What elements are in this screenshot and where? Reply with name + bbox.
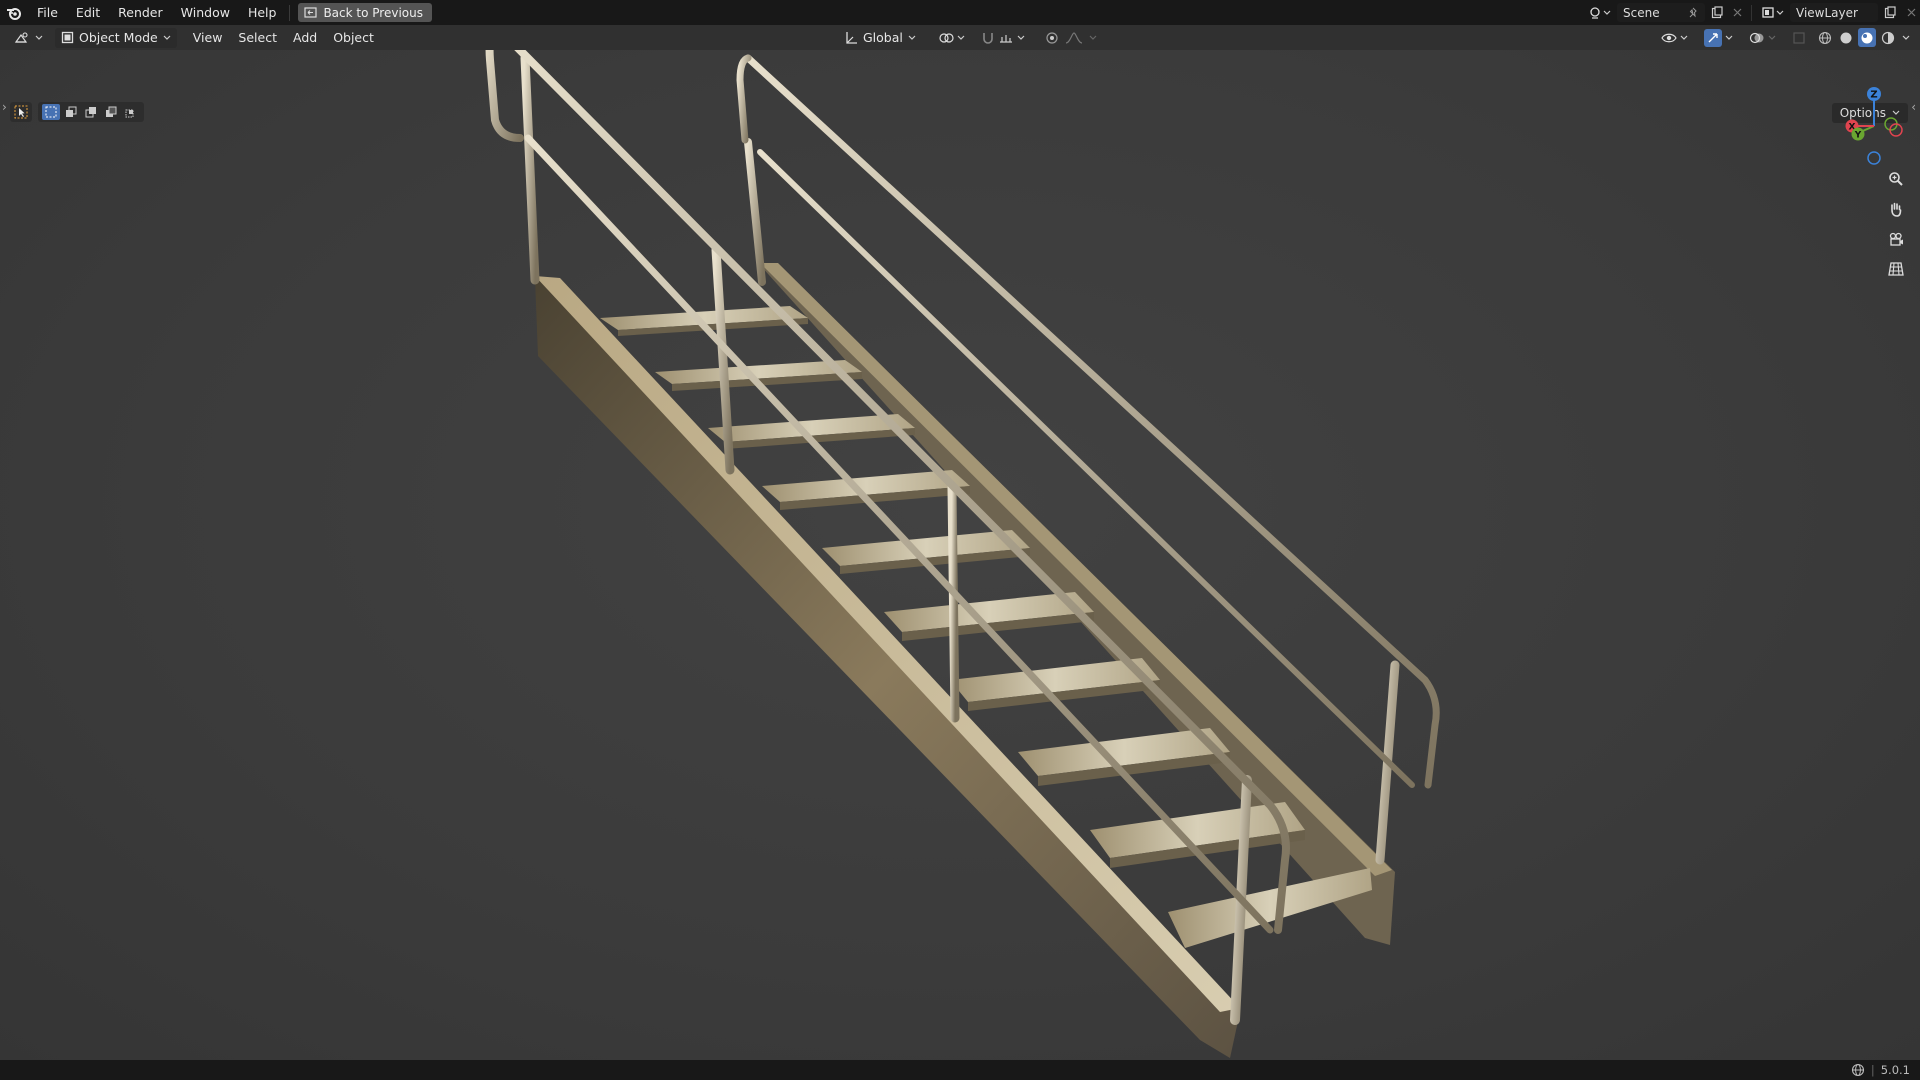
shading-buttons	[1816, 28, 1912, 47]
shading-options-chevron[interactable]	[1900, 28, 1912, 47]
select-intersect-icon[interactable]	[122, 104, 140, 120]
select-tool-tabs	[10, 102, 144, 122]
proportional-editing-icon	[1046, 31, 1058, 44]
menu-help[interactable]: Help	[239, 0, 286, 25]
gizmo-toggle[interactable]	[1698, 27, 1739, 48]
top-right-area: Scene ViewLayer	[1585, 0, 1920, 25]
globe-icon	[1851, 1063, 1864, 1077]
gizmo-neg-z[interactable]	[1867, 151, 1881, 165]
transform-orientation-label: Global	[863, 30, 903, 45]
menu-view[interactable]: View	[187, 27, 229, 48]
grid-icon[interactable]	[1884, 257, 1908, 281]
selection-mode-buttons	[38, 102, 144, 122]
object-mode-icon	[61, 31, 74, 44]
status-separator: |	[1870, 1063, 1875, 1077]
chevron-down-icon	[1089, 35, 1097, 40]
header-right-tools	[1655, 27, 1912, 48]
falloff-curve-icon	[1065, 31, 1083, 44]
select-tool-button[interactable]	[10, 102, 32, 122]
sidebar-expand-arrow[interactable]: ‹	[1911, 100, 1916, 114]
toolbar-expand-arrow[interactable]: ›	[2, 100, 7, 114]
gizmo-z-label: Z	[1870, 90, 1877, 101]
zoom-icon[interactable]	[1884, 167, 1908, 191]
pivot-point-selector[interactable]	[932, 27, 971, 48]
mode-label: Object Mode	[79, 30, 158, 45]
gizmo-icon	[1704, 28, 1722, 47]
cursor-icon	[14, 105, 28, 119]
status-bar: | 5.0.1	[0, 1060, 1920, 1080]
hand-icon[interactable]	[1884, 197, 1908, 221]
xray-toggle[interactable]	[1786, 27, 1812, 48]
selectability-visibility-button[interactable]	[1655, 27, 1694, 48]
snap-icon	[983, 32, 993, 44]
navigation-gizmo[interactable]: Z X Y	[1838, 86, 1908, 166]
chevron-down-icon	[957, 35, 965, 40]
scene-name: Scene	[1623, 5, 1660, 20]
menu-render[interactable]: Render	[109, 0, 172, 25]
back-to-previous-label: Back to Previous	[323, 5, 423, 20]
header-center-tools: Global	[838, 27, 1103, 48]
blender-logo-icon[interactable]	[0, 0, 28, 25]
chevron-down-icon	[1725, 35, 1733, 40]
view-layer-name: ViewLayer	[1796, 5, 1858, 20]
proportional-editing-toggle[interactable]	[1039, 27, 1103, 48]
transform-orientation-icon	[846, 31, 857, 44]
menu-select[interactable]: Select	[232, 27, 283, 48]
view-layer-name-field[interactable]: ViewLayer	[1790, 3, 1878, 22]
chevron-down-icon	[1768, 35, 1776, 40]
back-to-previous-button[interactable]: Back to Previous	[298, 3, 432, 22]
menu-divider	[289, 4, 291, 21]
chevron-down-icon	[163, 35, 171, 40]
topbar-divider	[1751, 4, 1752, 21]
editor-type-button[interactable]	[8, 27, 49, 48]
menu-edit[interactable]: Edit	[67, 0, 109, 25]
top-bar: File Edit Render Window Help Back to Pre…	[0, 0, 1920, 25]
overlays-icon	[1749, 32, 1764, 43]
new-view-layer-icon[interactable]	[1878, 3, 1902, 22]
menu-object[interactable]: Object	[327, 27, 380, 48]
staircase-model[interactable]	[0, 50, 1920, 1060]
chevron-down-icon	[908, 35, 916, 40]
xray-icon	[1793, 31, 1805, 44]
wireframe-shading-icon[interactable]	[1816, 28, 1834, 47]
menu-add[interactable]: Add	[287, 27, 323, 48]
chevron-down-icon	[35, 35, 43, 40]
version-label: 5.0.1	[1880, 1063, 1910, 1077]
scene-name-field[interactable]: Scene	[1617, 3, 1705, 22]
select-new-icon[interactable]	[42, 104, 60, 120]
material-preview-shading-icon[interactable]	[1858, 28, 1876, 47]
transform-orientation-selector[interactable]: Global	[838, 27, 922, 48]
rendered-shading-icon[interactable]	[1879, 28, 1897, 47]
chevron-down-icon	[1017, 35, 1025, 40]
menu-window[interactable]: Window	[172, 0, 239, 25]
select-extend-icon[interactable]	[62, 104, 80, 120]
chevron-down-icon	[1680, 35, 1688, 40]
gizmo-y-label: Y	[1854, 131, 1862, 141]
view-layer-selector-icon[interactable]	[1758, 3, 1788, 22]
pivot-point-icon	[939, 32, 954, 43]
snap-toggle[interactable]	[975, 27, 1031, 48]
overlays-toggle[interactable]	[1743, 27, 1782, 48]
eye-icon	[1661, 33, 1677, 42]
new-scene-icon[interactable]	[1705, 3, 1729, 22]
near-handrail	[485, 50, 1290, 1025]
solid-shading-icon[interactable]	[1837, 28, 1855, 47]
viewport-header: Object Mode View Select Add Object Globa…	[0, 25, 1920, 50]
snap-target-icon	[999, 34, 1012, 43]
select-subtract-icon[interactable]	[82, 104, 100, 120]
mode-selector[interactable]: Object Mode	[55, 27, 177, 48]
scene-selector-icon[interactable]	[1585, 3, 1615, 22]
select-invert-icon[interactable]	[102, 104, 120, 120]
pin-icon[interactable]	[1687, 7, 1699, 19]
delete-view-layer-icon[interactable]	[1902, 3, 1920, 22]
back-icon	[304, 7, 318, 18]
3d-viewport[interactable]: › ‹ Options Z X Y	[0, 50, 1920, 1060]
3d-viewport-icon	[14, 31, 28, 43]
menu-file[interactable]: File	[28, 0, 67, 25]
delete-scene-icon[interactable]	[1729, 3, 1745, 22]
camera-icon[interactable]	[1884, 227, 1908, 251]
